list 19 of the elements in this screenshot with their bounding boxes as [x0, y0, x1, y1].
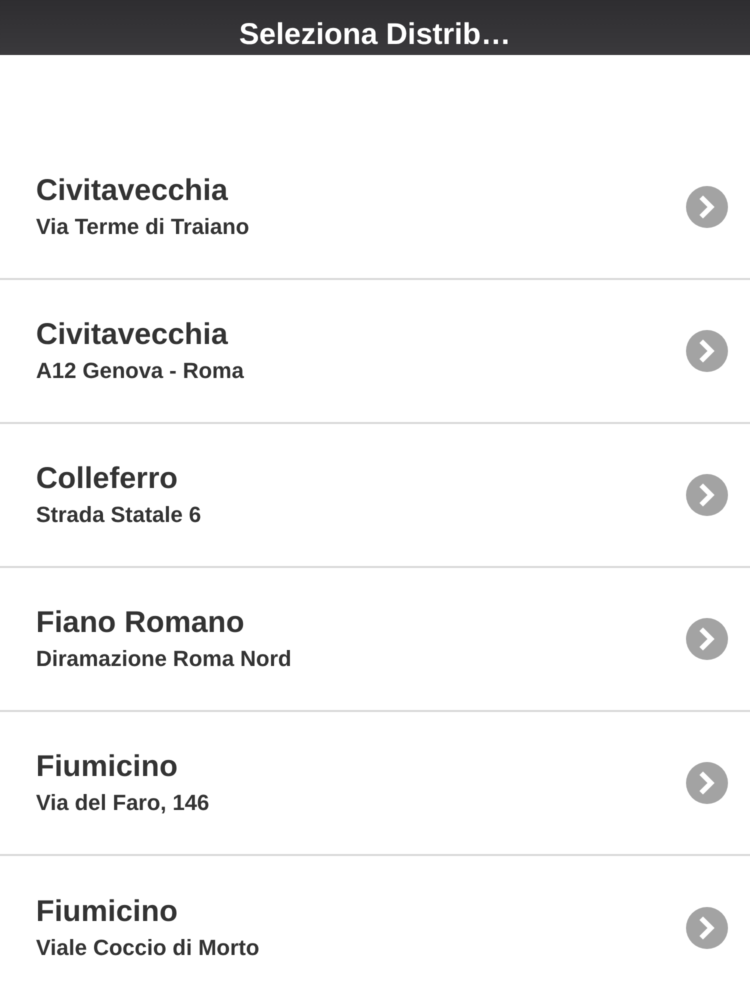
- item-title: Fiumicino: [36, 894, 179, 930]
- item-subtitle: Via del Faro, 146: [36, 789, 210, 817]
- chevron-right-icon: [686, 907, 728, 949]
- chevron-right-icon: [686, 618, 728, 660]
- chevron-right-icon: [686, 330, 728, 372]
- item-title: Fiano Romano: [36, 605, 246, 641]
- item-title: Civitavecchia: [36, 173, 229, 209]
- item-title: Fiumicino: [36, 749, 179, 785]
- item-subtitle: Strada Statale 6: [36, 501, 202, 529]
- item-subtitle: A12 Genova - Roma: [36, 357, 244, 385]
- item-subtitle: Viale Coccio di Morto: [36, 934, 260, 962]
- item-subtitle: Via Terme di Traiano: [36, 213, 250, 241]
- chevron-right-icon: [686, 186, 728, 228]
- chevron-right-icon: [686, 762, 728, 804]
- item-subtitle: Diramazione Roma Nord: [36, 645, 292, 673]
- item-title: Civitavecchia: [36, 317, 229, 353]
- chevron-right-icon: [686, 474, 728, 516]
- item-title: Colleferro: [36, 461, 179, 497]
- header-title: Seleziona Distrib…: [239, 17, 511, 53]
